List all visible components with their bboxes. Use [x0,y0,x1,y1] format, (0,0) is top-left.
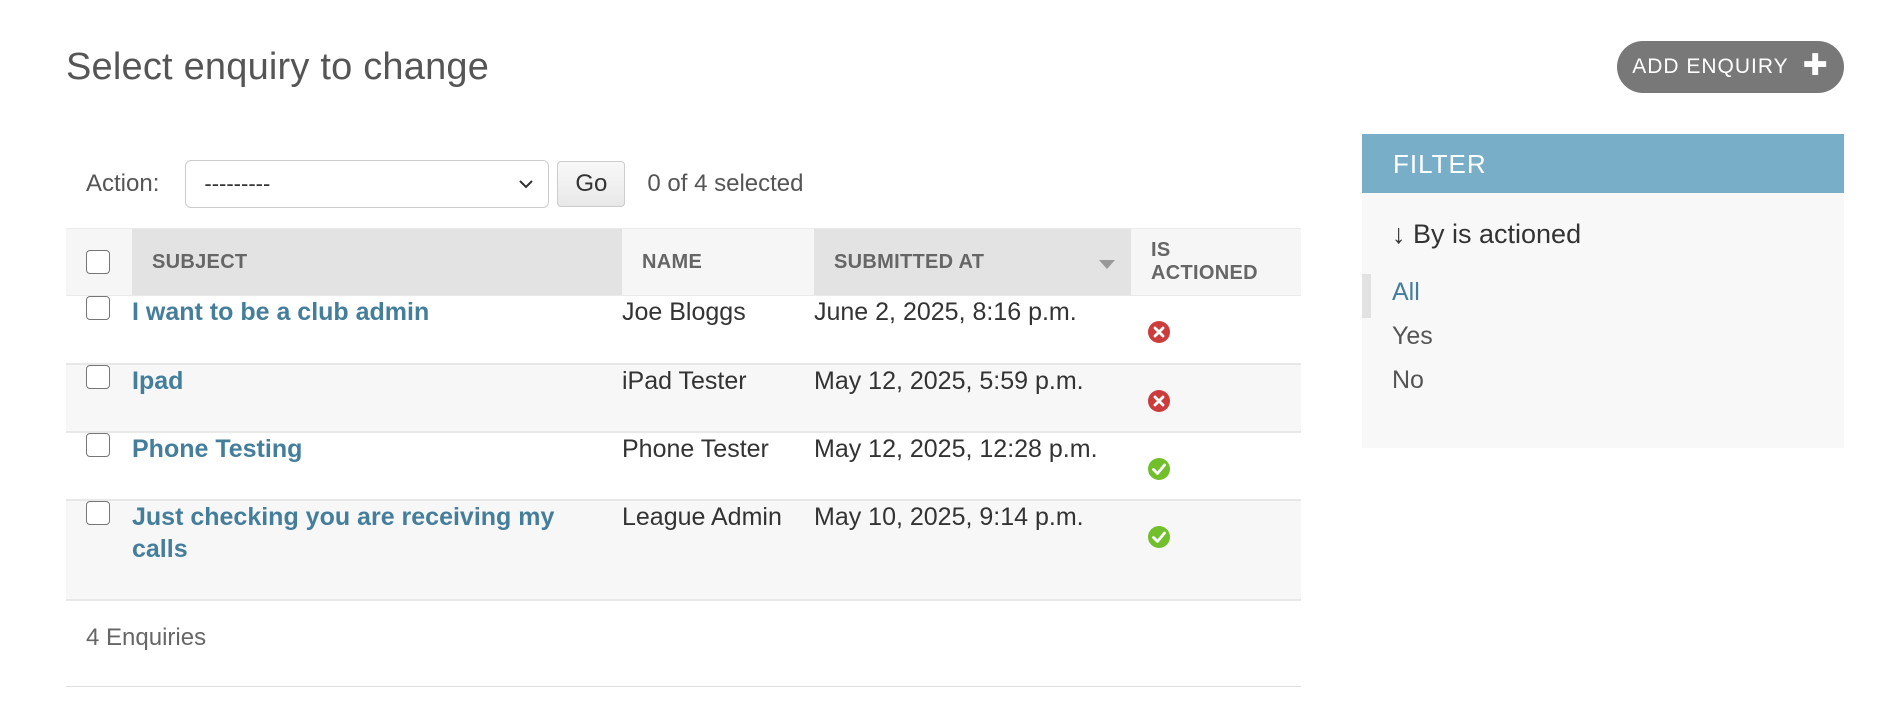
subject-link[interactable]: Just checking you are receiving my calls [132,501,572,565]
table-row: Just checking you are receiving my calls… [66,499,1301,600]
subject-link[interactable]: Ipad [132,365,183,397]
filter-subtitle[interactable]: ↓ By is actioned [1392,219,1844,250]
is-actioned-cell [1131,296,1301,364]
submitted-at-cell: May 12, 2025, 5:59 p.m. [814,366,1084,395]
sort-descending-icon[interactable] [1099,260,1115,269]
chevron-down-icon [519,180,534,189]
icon-no [1148,389,1170,412]
name-cell: Phone Tester [622,434,769,463]
table-row: I want to be a club admin Joe Bloggs Jun… [66,295,1301,364]
subject-link[interactable]: Phone Testing [132,433,302,465]
row-checkbox-cell [66,432,132,500]
name-cell: iPad Tester [622,366,747,395]
row-checkbox-cell [66,500,132,600]
row-checkbox-cell [66,364,132,432]
action-select[interactable]: --------- [185,160,550,208]
row-checkbox[interactable] [86,364,110,389]
filter-panel: FILTER ↓ By is actioned All Yes No [1362,134,1844,448]
results-table: SUBJECT NAME SUBMITTED AT IS ACTIONED I … [66,228,1301,601]
row-checkbox[interactable] [86,296,110,320]
actions-bar: Action: --------- Go 0 of 4 selected [66,160,803,208]
is-actioned-cell [1131,500,1301,600]
action-select-value: --------- [204,171,271,196]
paginator: 4 Enquiries [66,600,1301,687]
column-header-is-actioned[interactable]: IS ACTIONED [1131,229,1301,296]
column-header-subject[interactable]: SUBJECT [132,228,622,296]
column-header-name[interactable]: NAME [622,229,814,296]
column-header-submitted-at[interactable]: SUBMITTED AT [814,228,1131,296]
column-header-submitted-at-label: SUBMITTED AT [834,250,985,273]
enquiry-changelist-page: Select enquiry to change ADD ENQUIRY ✚ A… [0,0,1891,727]
table-header-row: SUBJECT NAME SUBMITTED AT IS ACTIONED [66,228,1301,296]
icon-yes [1148,457,1170,480]
action-label: Action: [86,170,160,197]
icon-no [1148,321,1170,343]
add-enquiry-label: ADD ENQUIRY [1632,55,1789,78]
column-header-is-actioned-label: IS ACTIONED [1151,239,1258,284]
icon-yes [1148,525,1170,548]
filter-option-all[interactable]: All [1362,274,1844,318]
select-all-checkbox[interactable] [86,250,110,274]
filter-option-no[interactable]: No [1362,362,1844,406]
is-actioned-cell [1131,432,1301,500]
submitted-at-cell: June 2, 2025, 8:16 p.m. [814,298,1077,326]
column-header-name-label: NAME [642,250,703,273]
row-checkbox[interactable] [86,432,110,457]
subject-cell: Ipad [132,364,622,432]
submitted-at-cell: May 10, 2025, 9:14 p.m. [814,502,1084,531]
filter-option-yes[interactable]: Yes [1362,318,1844,362]
is-actioned-cell [1131,364,1301,432]
go-button[interactable]: Go [557,161,626,207]
name-cell: Joe Bloggs [622,298,746,326]
add-enquiry-button[interactable]: ADD ENQUIRY ✚ [1617,41,1844,93]
selected-count: 0 of 4 selected [647,170,804,197]
name-cell: League Admin [622,502,782,531]
subject-cell: Just checking you are receiving my calls [132,500,622,600]
subject-cell: I want to be a club admin [132,296,622,364]
submitted-at-cell: May 12, 2025, 12:28 p.m. [814,434,1098,463]
page-title: Select enquiry to change [66,46,490,88]
subject-cell: Phone Testing [132,432,622,500]
plus-icon: ✚ [1802,48,1829,82]
filter-header: FILTER [1362,134,1844,193]
row-checkbox[interactable] [86,500,110,525]
subject-link[interactable]: I want to be a club admin [132,296,429,328]
header-select-all-cell [66,229,132,296]
row-checkbox-cell [66,296,132,364]
table-row: Phone Testing Phone Tester May 12, 2025,… [66,431,1301,500]
table-row: Ipad iPad Tester May 12, 2025, 5:59 p.m. [66,363,1301,432]
column-header-subject-label: SUBJECT [152,250,248,273]
filter-options: All Yes No [1362,274,1844,406]
